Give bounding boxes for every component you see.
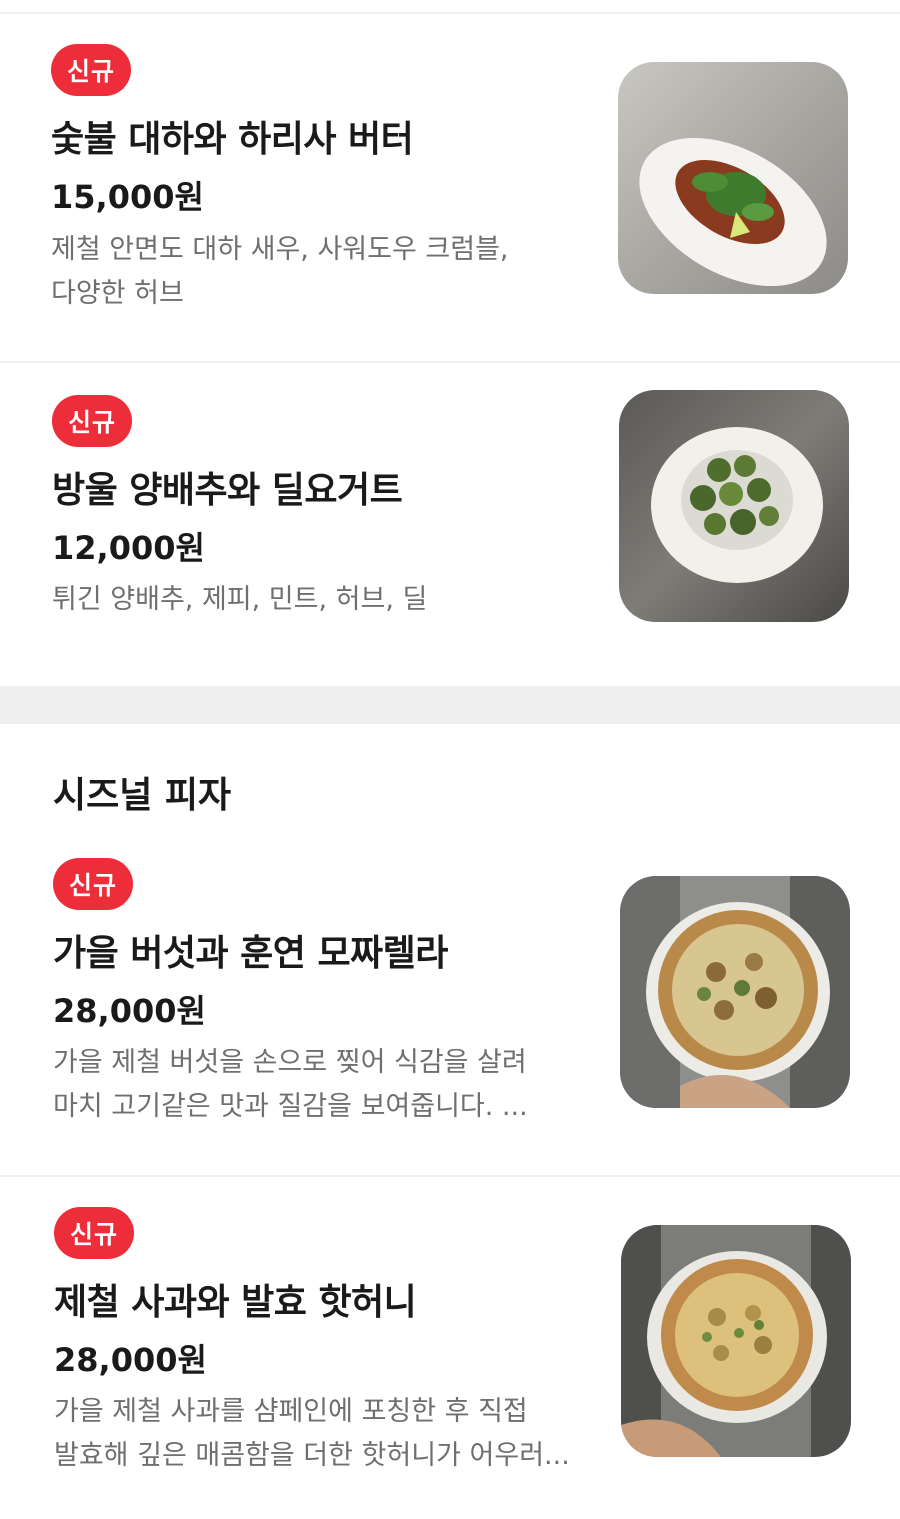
menu-item-name: 숯불 대하와 하리사 버터 [51, 119, 414, 160]
new-badge: 신규 [52, 395, 132, 447]
menu-item-description: 제철 안면도 대하 새우, 사워도우 크럼블, 다양한 허브 [51, 234, 509, 309]
menu-item-price: 28,000원 [53, 992, 206, 1030]
menu-item-name: 가을 버섯과 훈연 모짜렐라 [53, 933, 448, 974]
mushroom-pizza-image [620, 876, 850, 1108]
menu-item-name: 방울 양배추와 딜요거트 [52, 470, 403, 511]
menu-item-price: 15,000원 [51, 178, 204, 216]
section-separator [0, 686, 900, 724]
menu-item-photo[interactable] [621, 1225, 851, 1457]
menu-page: 신규 숯불 대하와 하리사 버터 15,000원 제철 안면도 대하 새우, 사… [0, 0, 900, 1519]
menu-item-photo[interactable] [620, 876, 850, 1108]
menu-item[interactable]: 신규 제철 사과와 발효 핫허니 28,000원 가을 제철 사과를 샴페인에 … [0, 1176, 900, 1519]
menu-item-description: 튀긴 양배추, 제피, 민트, 허브, 딜 [52, 584, 428, 615]
menu-item-price: 12,000원 [52, 529, 205, 567]
menu-item-name: 제철 사과와 발효 핫허니 [54, 1282, 417, 1323]
new-badge: 신규 [54, 1207, 134, 1259]
menu-item-description: 가을 제철 버섯을 손으로 찢어 식감을 살려 마치 고기같은 맛과 질감을 보… [53, 1047, 528, 1122]
menu-item-photo[interactable] [619, 390, 849, 622]
menu-item-photo[interactable] [618, 62, 848, 294]
new-badge: 신규 [51, 44, 131, 96]
menu-item-price: 28,000원 [54, 1341, 207, 1379]
new-badge: 신규 [53, 858, 133, 910]
brussels-sprouts-image [619, 390, 849, 622]
prawn-dish-image [618, 62, 848, 294]
menu-item[interactable]: 신규 숯불 대하와 하리사 버터 15,000원 제철 안면도 대하 새우, 사… [0, 0, 900, 362]
menu-item[interactable]: 신규 가을 버섯과 훈연 모짜렐라 28,000원 가을 제철 버섯을 손으로 … [0, 830, 900, 1176]
apple-pizza-image [621, 1225, 851, 1457]
section-title: 시즈널 피자 [53, 775, 232, 816]
menu-item-description: 가을 제철 사과를 샴페인에 포칭한 후 직접 발효해 깊은 매콤함을 더한 핫… [54, 1396, 570, 1471]
menu-item[interactable]: 신규 방울 양배추와 딜요거트 12,000원 튀긴 양배추, 제피, 민트, … [0, 362, 900, 686]
